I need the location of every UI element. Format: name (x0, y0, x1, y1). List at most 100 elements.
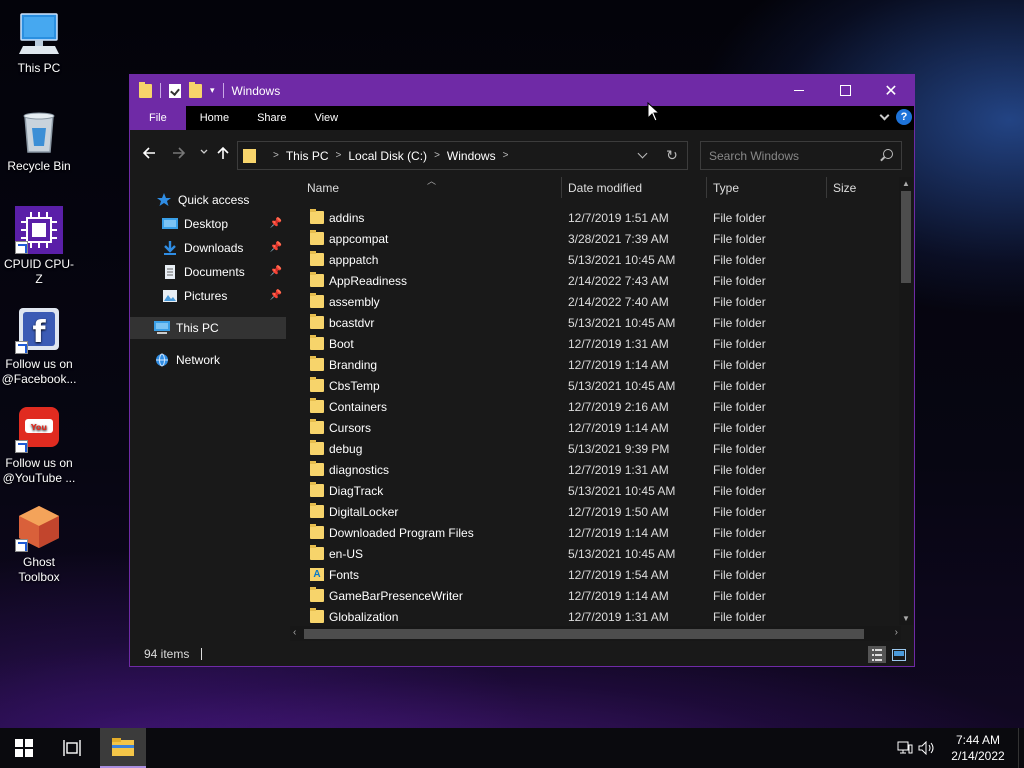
maximize-button[interactable] (822, 75, 868, 106)
volume-icon[interactable] (916, 728, 938, 768)
table-row[interactable]: Cursors 12/7/2019 1:14 AM File folder (290, 417, 901, 438)
tab-view[interactable]: View (300, 106, 352, 130)
breadcrumb-windows[interactable]: Windows (447, 149, 496, 163)
svg-text:f: f (32, 315, 46, 350)
sidebar-item-downloads[interactable]: Downloads 📌 (130, 237, 286, 259)
column-header-name[interactable]: ︿ Name (290, 177, 562, 198)
sidebar-item-desktop[interactable]: Desktop 📌 (130, 213, 286, 235)
date-modified-cell: 12/7/2019 1:14 AM (568, 357, 669, 372)
column-header-size[interactable]: Size (827, 177, 901, 198)
table-row[interactable]: Containers 12/7/2019 2:16 AM File folder (290, 396, 901, 417)
scroll-left-icon[interactable]: ‹ (293, 627, 296, 638)
desktop-icon-youtube[interactable]: You Follow us on @YouTube ... (2, 405, 76, 486)
table-row[interactable]: Globalization 12/7/2019 1:31 AM File folde… (290, 606, 901, 625)
scroll-right-icon[interactable]: › (895, 627, 898, 638)
table-row[interactable]: A Fonts 12/7/2019 1:54 AM File folder (290, 564, 901, 585)
quick-access-toolbar-dropdown-icon[interactable]: ▾ (210, 85, 215, 96)
table-row[interactable]: en-US 5/13/2021 10:45 AM File folder (290, 543, 901, 564)
expand-ribbon-icon[interactable] (879, 110, 890, 120)
scroll-up-icon[interactable]: ▲ (902, 179, 910, 188)
column-header-date-modified[interactable]: Date modified (562, 177, 707, 198)
horizontal-scrollbar[interactable]: ‹ › (290, 626, 901, 641)
breadcrumb-this-pc[interactable]: This PC (286, 149, 329, 163)
file-name: assembly (329, 294, 380, 309)
sidebar-item-quick-access[interactable]: Quick access (130, 189, 286, 211)
close-button[interactable]: ✕ (868, 75, 914, 106)
pane-splitter[interactable] (288, 177, 289, 639)
start-button[interactable] (0, 728, 48, 768)
file-name-cell: diagnostics (290, 461, 562, 477)
table-row[interactable]: debug 5/13/2021 9:39 PM File folder (290, 438, 901, 459)
table-row[interactable]: Downloaded Program Files 12/7/2019 1:14 A… (290, 522, 901, 543)
pin-icon[interactable]: 📌 (270, 242, 282, 253)
type-cell: File folder (713, 504, 766, 519)
chevron-right-icon[interactable]: > (434, 150, 440, 161)
details-view-button[interactable] (868, 646, 886, 663)
table-row[interactable]: AppReadiness 2/14/2022 7:43 AM File folder (290, 270, 901, 291)
pin-icon[interactable]: 📌 (270, 266, 282, 277)
pin-icon[interactable]: 📌 (270, 290, 282, 301)
sidebar-item-documents[interactable]: Documents 📌 (130, 261, 286, 283)
desktop-icon-this-pc[interactable]: This PC (2, 10, 76, 76)
desktop-icon-label: Recycle Bin (7, 159, 71, 173)
chevron-right-icon[interactable]: > (336, 150, 342, 161)
pin-icon[interactable]: 📌 (270, 218, 282, 229)
scrollbar-thumb[interactable] (304, 629, 864, 639)
breadcrumb-local-disk[interactable]: Local Disk (C:) (348, 149, 427, 163)
search-icon[interactable] (883, 149, 893, 159)
clock[interactable]: 7:44 AM 2/14/2022 (938, 732, 1018, 764)
desktop-icon-facebook[interactable]: f Follow us on @Facebook... (2, 306, 76, 387)
table-row[interactable]: apppatch 5/13/2021 10:45 AM File folder (290, 249, 901, 270)
refresh-icon[interactable]: ↻ (657, 147, 687, 164)
recent-locations-dropdown[interactable] (200, 145, 208, 163)
date-modified-cell: 12/7/2019 1:14 AM (568, 525, 669, 540)
table-row[interactable]: addins 12/7/2019 1:51 AM File folder (290, 207, 901, 228)
table-row[interactable]: Branding 12/7/2019 1:14 AM File folder (290, 354, 901, 375)
table-row[interactable]: bcastdvr 5/13/2021 10:45 AM File folder (290, 312, 901, 333)
table-row[interactable]: assembly 2/14/2022 7:40 AM File folder (290, 291, 901, 312)
desktop-icon-cpu-z[interactable]: CPUID CPU-Z (2, 206, 76, 287)
network-icon[interactable] (894, 728, 916, 768)
table-row[interactable]: GameBarPresenceWriter 12/7/2019 1:14 AM Fi… (290, 585, 901, 606)
back-button[interactable] (142, 146, 156, 164)
scroll-down-icon[interactable]: ▼ (902, 614, 910, 623)
new-folder-icon[interactable] (189, 81, 202, 98)
shortcut-arrow-icon (15, 241, 28, 254)
address-bar[interactable]: > This PC > Local Disk (C:) > Windows > … (237, 141, 688, 170)
taskbar-file-explorer[interactable] (100, 728, 146, 768)
address-history-dropdown-icon[interactable] (627, 148, 657, 159)
desktop-icon-recycle-bin[interactable]: Recycle Bin (2, 108, 76, 174)
taskbar: 7:44 AM 2/14/2022 (0, 728, 1024, 768)
sidebar-item-network[interactable]: Network (130, 349, 286, 371)
chevron-right-icon[interactable]: > (273, 150, 279, 161)
forward-button[interactable] (172, 146, 186, 164)
table-row[interactable]: DigitalLocker 12/7/2019 1:50 AM File folde… (290, 501, 901, 522)
vertical-scrollbar[interactable]: ▲ ▼ (899, 177, 913, 625)
table-row[interactable]: appcompat 3/28/2021 7:39 AM File folder (290, 228, 901, 249)
sidebar-item-label: Desktop (184, 217, 229, 231)
desktop-icon-ghost-toolbox[interactable]: Ghost Toolbox (2, 504, 76, 585)
table-row[interactable]: DiagTrack 5/13/2021 10:45 AM File folder (290, 480, 901, 501)
chevron-right-icon[interactable]: > (503, 150, 509, 161)
properties-icon[interactable] (169, 83, 181, 98)
minimize-button[interactable] (776, 75, 822, 106)
tab-file[interactable]: File (130, 106, 186, 130)
table-row[interactable]: diagnostics 12/7/2019 1:31 AM File folder (290, 459, 901, 480)
type-cell: File folder (713, 336, 766, 351)
search-input[interactable]: Search Windows (700, 141, 902, 170)
table-row[interactable]: CbsTemp 5/13/2021 10:45 AM File folder (290, 375, 901, 396)
tab-home[interactable]: Home (186, 106, 243, 130)
task-view-button[interactable] (48, 728, 96, 768)
scrollbar-thumb[interactable] (901, 191, 911, 283)
tab-share[interactable]: Share (243, 106, 300, 130)
file-name-cell: Downloaded Program Files (290, 524, 562, 540)
large-icons-view-button[interactable] (890, 646, 908, 663)
title-bar[interactable]: ▾ Windows ✕ (130, 75, 914, 106)
show-desktop-button[interactable] (1018, 728, 1024, 768)
help-icon[interactable]: ? (896, 109, 912, 125)
table-row[interactable]: Boot 12/7/2019 1:31 AM File folder (290, 333, 901, 354)
column-header-type[interactable]: Type (707, 177, 827, 198)
sidebar-item-this-pc[interactable]: This PC (130, 317, 286, 339)
up-button[interactable] (216, 146, 230, 164)
sidebar-item-pictures[interactable]: Pictures 📌 (130, 285, 286, 307)
